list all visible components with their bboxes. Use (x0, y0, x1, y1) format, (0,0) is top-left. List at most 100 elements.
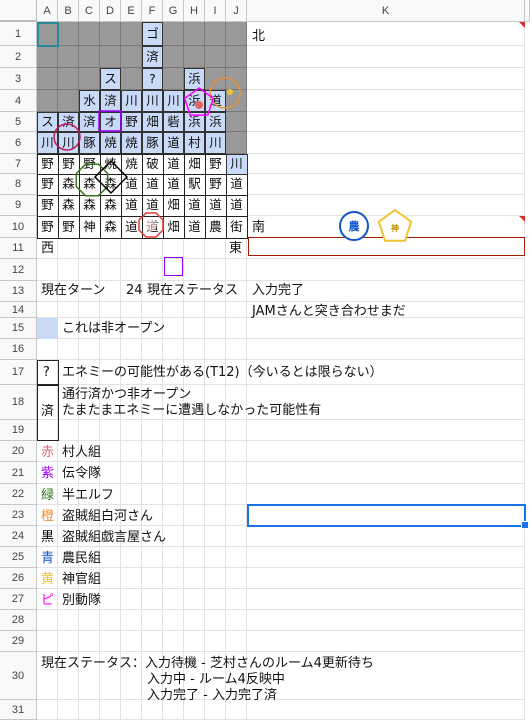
fog-cell[interactable] (163, 68, 184, 90)
grid-cell[interactable] (142, 631, 163, 652)
grid-cell[interactable] (121, 610, 142, 631)
fog-cell[interactable] (37, 46, 58, 68)
grid-cell[interactable] (163, 526, 184, 547)
row-header[interactable]: 20 (0, 441, 37, 462)
grid-cell[interactable] (163, 339, 184, 360)
comment-indicator[interactable] (519, 22, 525, 28)
grid-cell[interactable] (100, 420, 121, 441)
grid-cell[interactable] (100, 259, 121, 281)
grid-cell[interactable] (247, 112, 525, 132)
grid-cell[interactable] (121, 547, 142, 568)
grid-cell[interactable] (37, 339, 58, 360)
grid-cell[interactable] (205, 462, 226, 484)
grid-cell[interactable] (58, 631, 79, 652)
magenta-group-token[interactable] (52, 122, 82, 152)
grid-cell[interactable] (163, 484, 184, 505)
row-header[interactable]: 18 (0, 385, 37, 420)
grid-cell[interactable] (184, 505, 205, 526)
fog-cell[interactable] (79, 22, 100, 46)
grid-cell[interactable] (163, 238, 184, 259)
grid-cell[interactable] (226, 441, 247, 462)
grid-cell[interactable] (247, 259, 525, 281)
grid-cell[interactable] (205, 484, 226, 505)
grid-cell[interactable] (79, 339, 100, 360)
grid-cell[interactable] (184, 589, 205, 610)
row-header[interactable]: 13 (0, 281, 37, 302)
grid-cell[interactable] (247, 174, 525, 195)
grid-cell[interactable] (163, 441, 184, 462)
grid-cell[interactable] (79, 700, 100, 720)
fog-cell[interactable] (37, 90, 58, 112)
grid-cell[interactable] (247, 154, 525, 174)
fog-cell[interactable] (184, 22, 205, 46)
grid-cell[interactable] (184, 484, 205, 505)
fog-cell[interactable] (121, 22, 142, 46)
grid-cell[interactable] (184, 547, 205, 568)
grid-cell[interactable] (100, 547, 121, 568)
column-header[interactable]: K (247, 0, 525, 22)
grid-cell[interactable] (58, 700, 79, 720)
row-header[interactable]: 31 (0, 700, 37, 720)
fog-cell[interactable] (205, 22, 226, 46)
fog-cell[interactable] (226, 46, 247, 68)
grid-cell[interactable] (121, 568, 142, 589)
row-header[interactable]: 15 (0, 318, 37, 339)
grid-cell[interactable] (100, 462, 121, 484)
grid-cell[interactable] (226, 526, 247, 547)
row-header[interactable]: 10 (0, 216, 37, 238)
row-header[interactable]: 11 (0, 238, 37, 259)
row-header[interactable]: 5 (0, 112, 37, 132)
grid-cell[interactable] (226, 302, 247, 318)
fog-cell[interactable] (226, 22, 247, 46)
fog-cell[interactable] (184, 46, 205, 68)
row-header[interactable]: 16 (0, 339, 37, 360)
row-header[interactable]: 6 (0, 132, 37, 154)
grid-cell[interactable] (163, 631, 184, 652)
grid-cell[interactable] (184, 610, 205, 631)
grid-cell[interactable] (205, 610, 226, 631)
grid-cell[interactable] (184, 318, 205, 339)
grid-cell[interactable] (247, 132, 525, 154)
fog-cell[interactable] (163, 46, 184, 68)
grid-cell[interactable] (142, 339, 163, 360)
row-header[interactable]: 3 (0, 68, 37, 90)
grid-cell[interactable] (247, 339, 525, 360)
fog-cell[interactable] (121, 46, 142, 68)
grid-cell[interactable] (205, 700, 226, 720)
fog-cell[interactable] (58, 90, 79, 112)
grid-cell[interactable] (121, 484, 142, 505)
grid-cell[interactable] (37, 259, 58, 281)
grid-cell[interactable] (205, 420, 226, 441)
grid-cell[interactable] (184, 441, 205, 462)
blue-group-token[interactable]: 農 (338, 210, 370, 242)
grid-cell[interactable] (121, 259, 142, 281)
fog-cell[interactable] (79, 46, 100, 68)
grid-cell[interactable] (79, 631, 100, 652)
column-header[interactable]: G (163, 0, 184, 22)
purple-group-token[interactable] (98, 110, 124, 134)
grid-cell[interactable] (142, 700, 163, 720)
grid-cell[interactable] (121, 441, 142, 462)
grid-cell[interactable] (142, 589, 163, 610)
select-all-corner[interactable] (0, 0, 37, 22)
grid-cell[interactable] (100, 700, 121, 720)
grid-cell[interactable] (100, 568, 121, 589)
grid-cell[interactable] (226, 547, 247, 568)
fog-cell[interactable] (100, 22, 121, 46)
grid-cell[interactable] (247, 547, 525, 568)
row-header[interactable]: 30 (0, 652, 37, 700)
grid-cell[interactable] (184, 631, 205, 652)
grid-cell[interactable] (163, 610, 184, 631)
fill-handle[interactable] (521, 521, 529, 529)
column-header[interactable]: J (226, 0, 247, 22)
grid-cell[interactable] (247, 318, 525, 339)
grid-cell[interactable] (142, 238, 163, 259)
grid-cell[interactable] (247, 589, 525, 610)
black-group-token[interactable] (93, 159, 129, 195)
grid-cell[interactable] (184, 700, 205, 720)
grid-cell[interactable] (163, 568, 184, 589)
grid-cell[interactable] (226, 505, 247, 526)
grid-cell[interactable] (79, 420, 100, 441)
grid-cell[interactable] (247, 420, 525, 441)
row-header[interactable]: 29 (0, 631, 37, 652)
